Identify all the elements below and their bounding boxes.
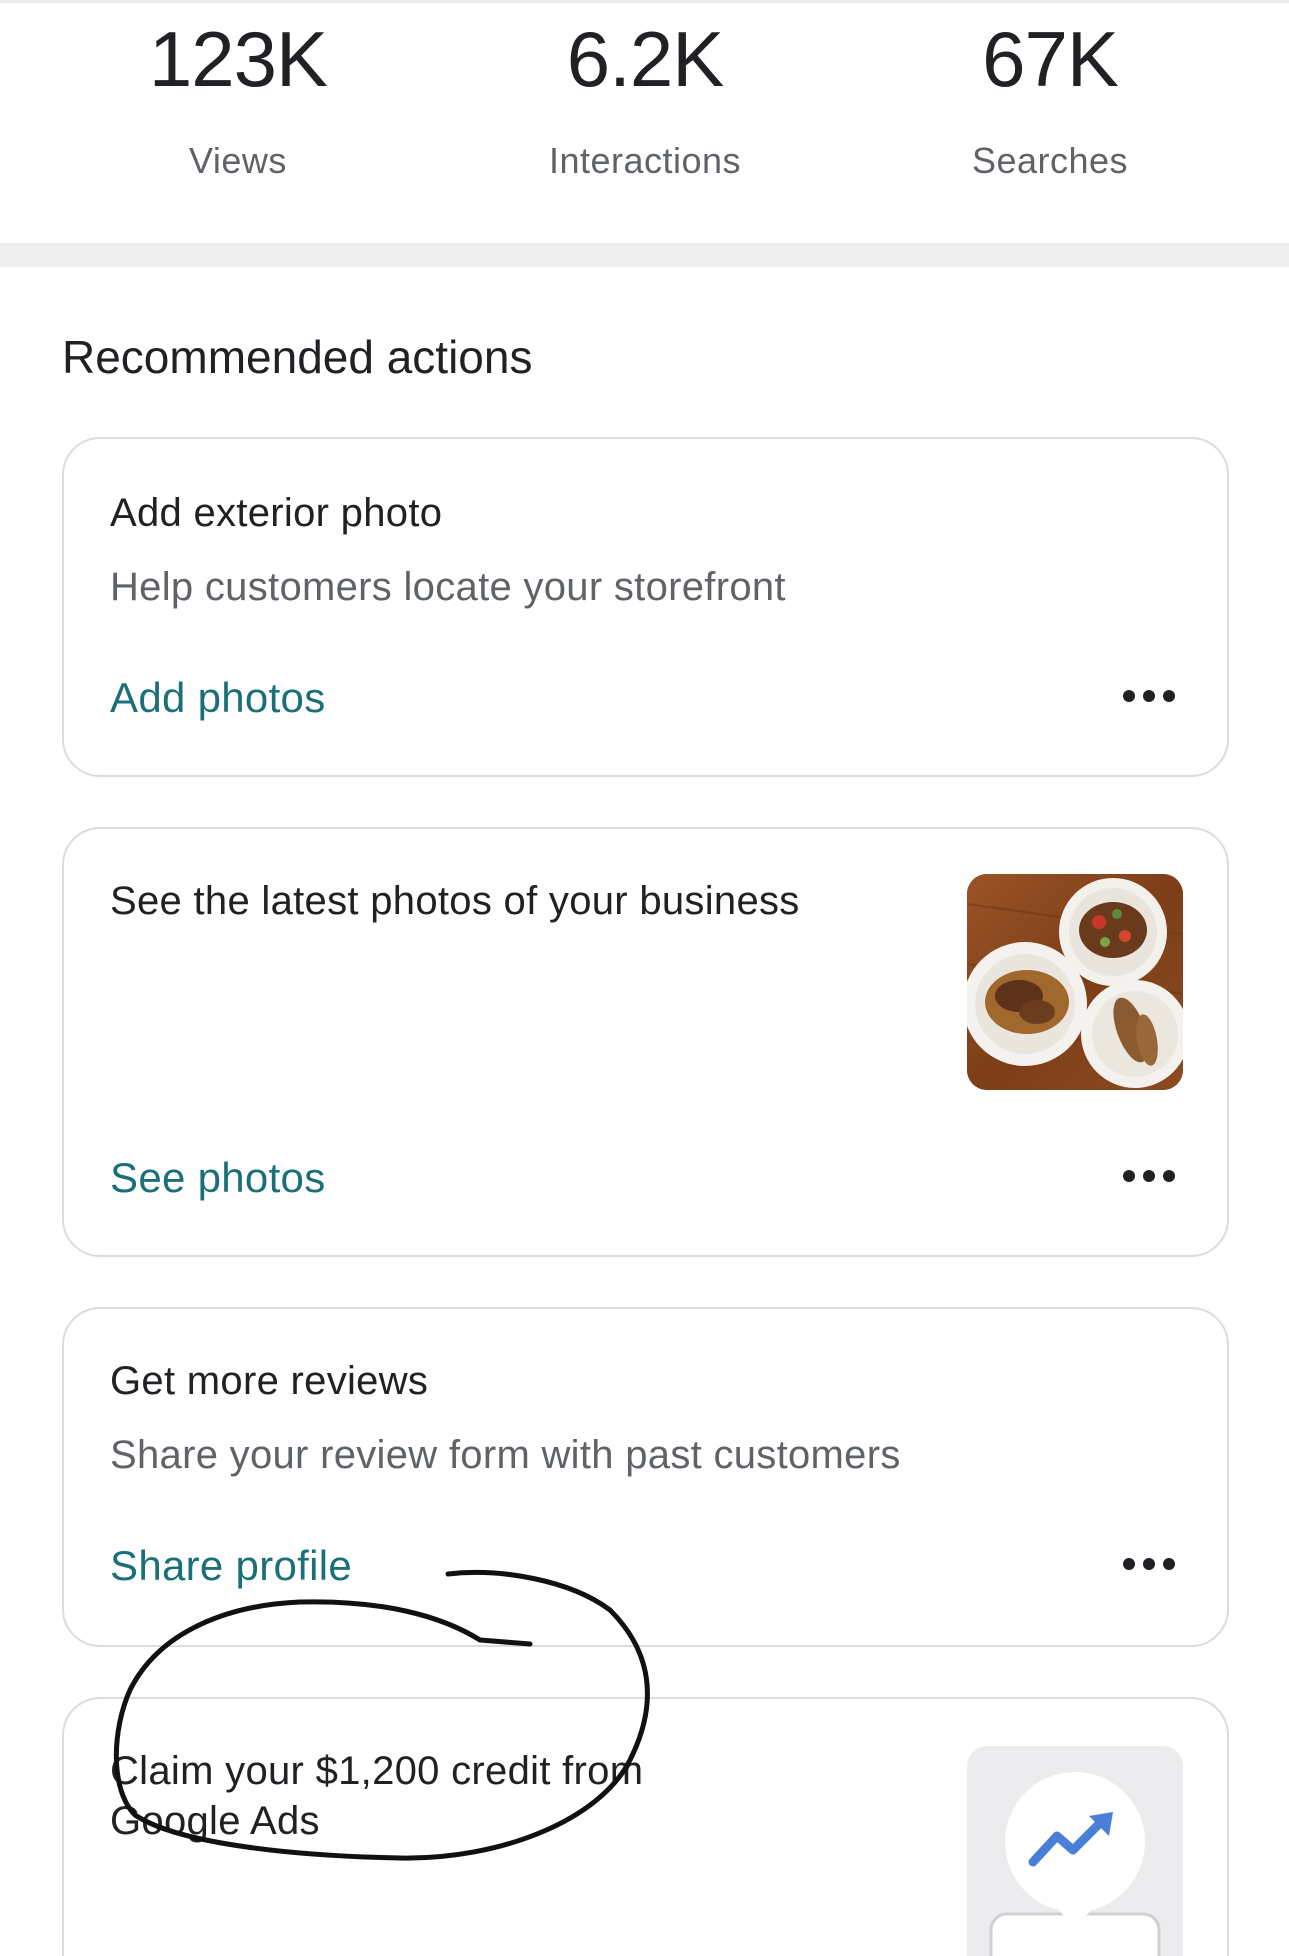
business-profile-page: 123K Views 6.2K Interactions 67K Searche…	[0, 0, 1289, 1956]
card-title: Get more reviews	[110, 1359, 429, 1403]
performance-stats: 123K Views 6.2K Interactions 67K Searche…	[0, 0, 1289, 240]
food-photo-image	[967, 874, 1183, 1090]
food-photo-thumbnail[interactable]	[967, 874, 1183, 1090]
card-get-more-reviews: Get more reviews Share your review form …	[62, 1307, 1229, 1647]
card-title: Add exterior photo	[110, 491, 443, 535]
see-photos-link[interactable]: See photos	[110, 1154, 326, 1202]
stat-interactions[interactable]: 6.2K Interactions	[445, 0, 845, 182]
card-title: Claim your $1,200 credit from Google Ads	[110, 1746, 750, 1846]
section-divider	[0, 243, 1289, 267]
google-ads-illustration	[967, 1746, 1183, 1956]
more-horizontal-icon[interactable]	[1123, 1554, 1175, 1574]
card-description: Help customers locate your storefront	[110, 565, 786, 609]
more-horizontal-icon[interactable]	[1123, 686, 1175, 706]
stat-searches[interactable]: 67K Searches	[850, 0, 1250, 182]
card-title-line-2: Google Ads	[110, 1799, 320, 1843]
stat-views-value: 123K	[148, 15, 328, 103]
stat-searches-value: 67K	[982, 15, 1119, 103]
more-horizontal-icon[interactable]	[1123, 1166, 1175, 1186]
section-title: Recommended actions	[62, 331, 533, 383]
card-add-exterior-photo: Add exterior photo Help customers locate…	[62, 437, 1229, 777]
card-title-line-1: Claim your $1,200 credit from	[110, 1749, 644, 1793]
add-photos-link[interactable]: Add photos	[110, 674, 326, 722]
card-description: Share your review form with past custome…	[110, 1433, 901, 1477]
stat-searches-label: Searches	[971, 140, 1129, 181]
card-google-ads-credit[interactable]: Claim your $1,200 credit from Google Ads	[62, 1697, 1229, 1956]
card-latest-photos: See the latest photos of your business S…	[62, 827, 1229, 1257]
stat-views-label: Views	[189, 140, 287, 181]
stat-interactions-label: Interactions	[548, 140, 742, 181]
share-profile-link[interactable]: Share profile	[110, 1542, 352, 1590]
stat-views[interactable]: 123K Views	[38, 0, 438, 182]
card-title: See the latest photos of your business	[110, 879, 800, 923]
trending-up-icon	[989, 1772, 1161, 1956]
stat-interactions-value: 6.2K	[566, 15, 724, 103]
